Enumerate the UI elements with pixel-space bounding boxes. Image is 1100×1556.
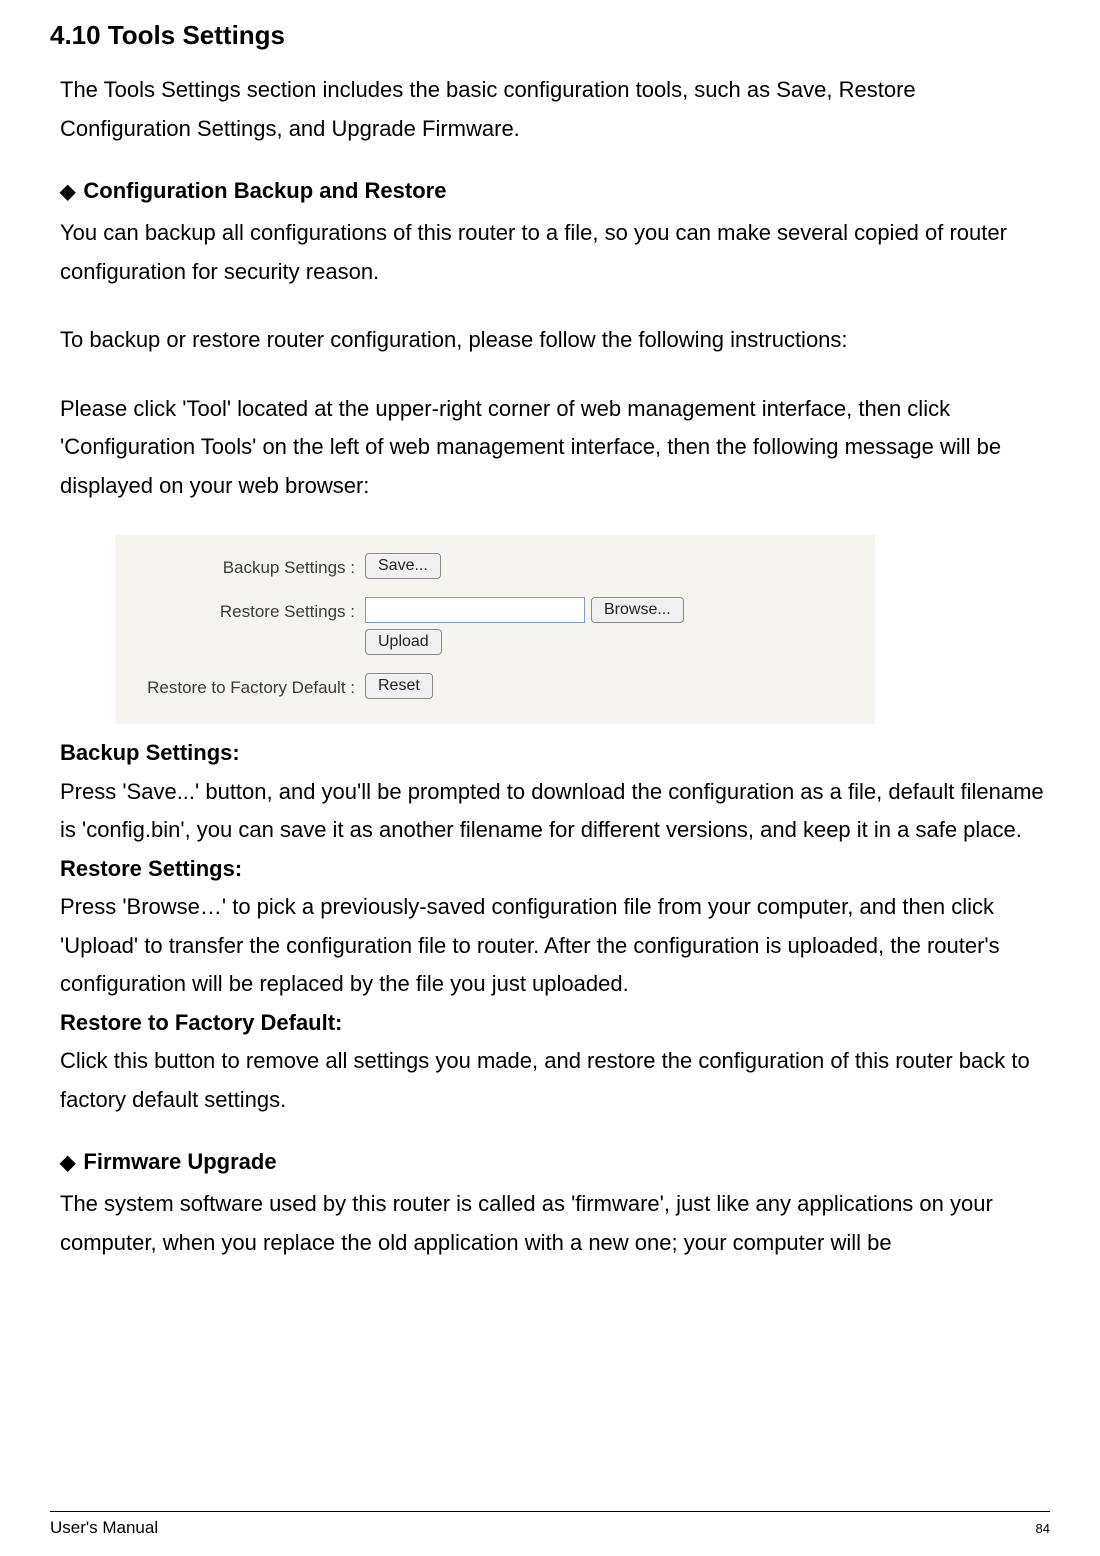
paragraph-backup-intro: You can backup all configurations of thi… (50, 214, 1050, 291)
section-heading: 4.10 Tools Settings (50, 20, 1050, 51)
page-number: 84 (1036, 1521, 1050, 1536)
backup-settings-label: Backup Settings : (137, 553, 365, 578)
footer-title: User's Manual (50, 1518, 158, 1538)
restore-settings-description: Press 'Browse…' to pick a previously-sav… (50, 888, 1050, 1004)
paragraph-instructions-intro: To backup or restore router configuratio… (50, 321, 1050, 360)
restore-file-input[interactable] (365, 597, 585, 623)
factory-default-label: Restore to Factory Default : (137, 673, 365, 698)
paragraph-firmware-intro: The system software used by this router … (50, 1185, 1050, 1262)
diamond-bullet-icon: ◆ (60, 1150, 75, 1175)
config-tools-panel: Backup Settings : Save... Restore Settin… (115, 535, 875, 724)
restore-settings-heading: Restore Settings: (50, 850, 1050, 889)
intro-paragraph: The Tools Settings section includes the … (50, 71, 1050, 148)
factory-default-heading: Restore to Factory Default: (50, 1004, 1050, 1043)
upload-button[interactable]: Upload (365, 629, 442, 655)
save-button[interactable]: Save... (365, 553, 441, 579)
subsection-title: Firmware Upgrade (83, 1149, 276, 1174)
diamond-bullet-icon: ◆ (60, 179, 75, 204)
browse-button[interactable]: Browse... (591, 597, 684, 623)
factory-default-description: Click this button to remove all settings… (50, 1042, 1050, 1119)
paragraph-navigation-steps: Please click 'Tool' located at the upper… (50, 390, 1050, 506)
subsection-title: Configuration Backup and Restore (83, 178, 446, 203)
subsection-firmware-upgrade: ◆ Firmware Upgrade (50, 1149, 1050, 1175)
backup-settings-description: Press 'Save...' button, and you'll be pr… (50, 773, 1050, 850)
restore-settings-label: Restore Settings : (137, 597, 365, 622)
subsection-config-backup-restore: ◆ Configuration Backup and Restore (50, 178, 1050, 204)
reset-button[interactable]: Reset (365, 673, 433, 699)
backup-settings-heading: Backup Settings: (50, 734, 1050, 773)
page-footer: User's Manual 84 (50, 1511, 1050, 1538)
